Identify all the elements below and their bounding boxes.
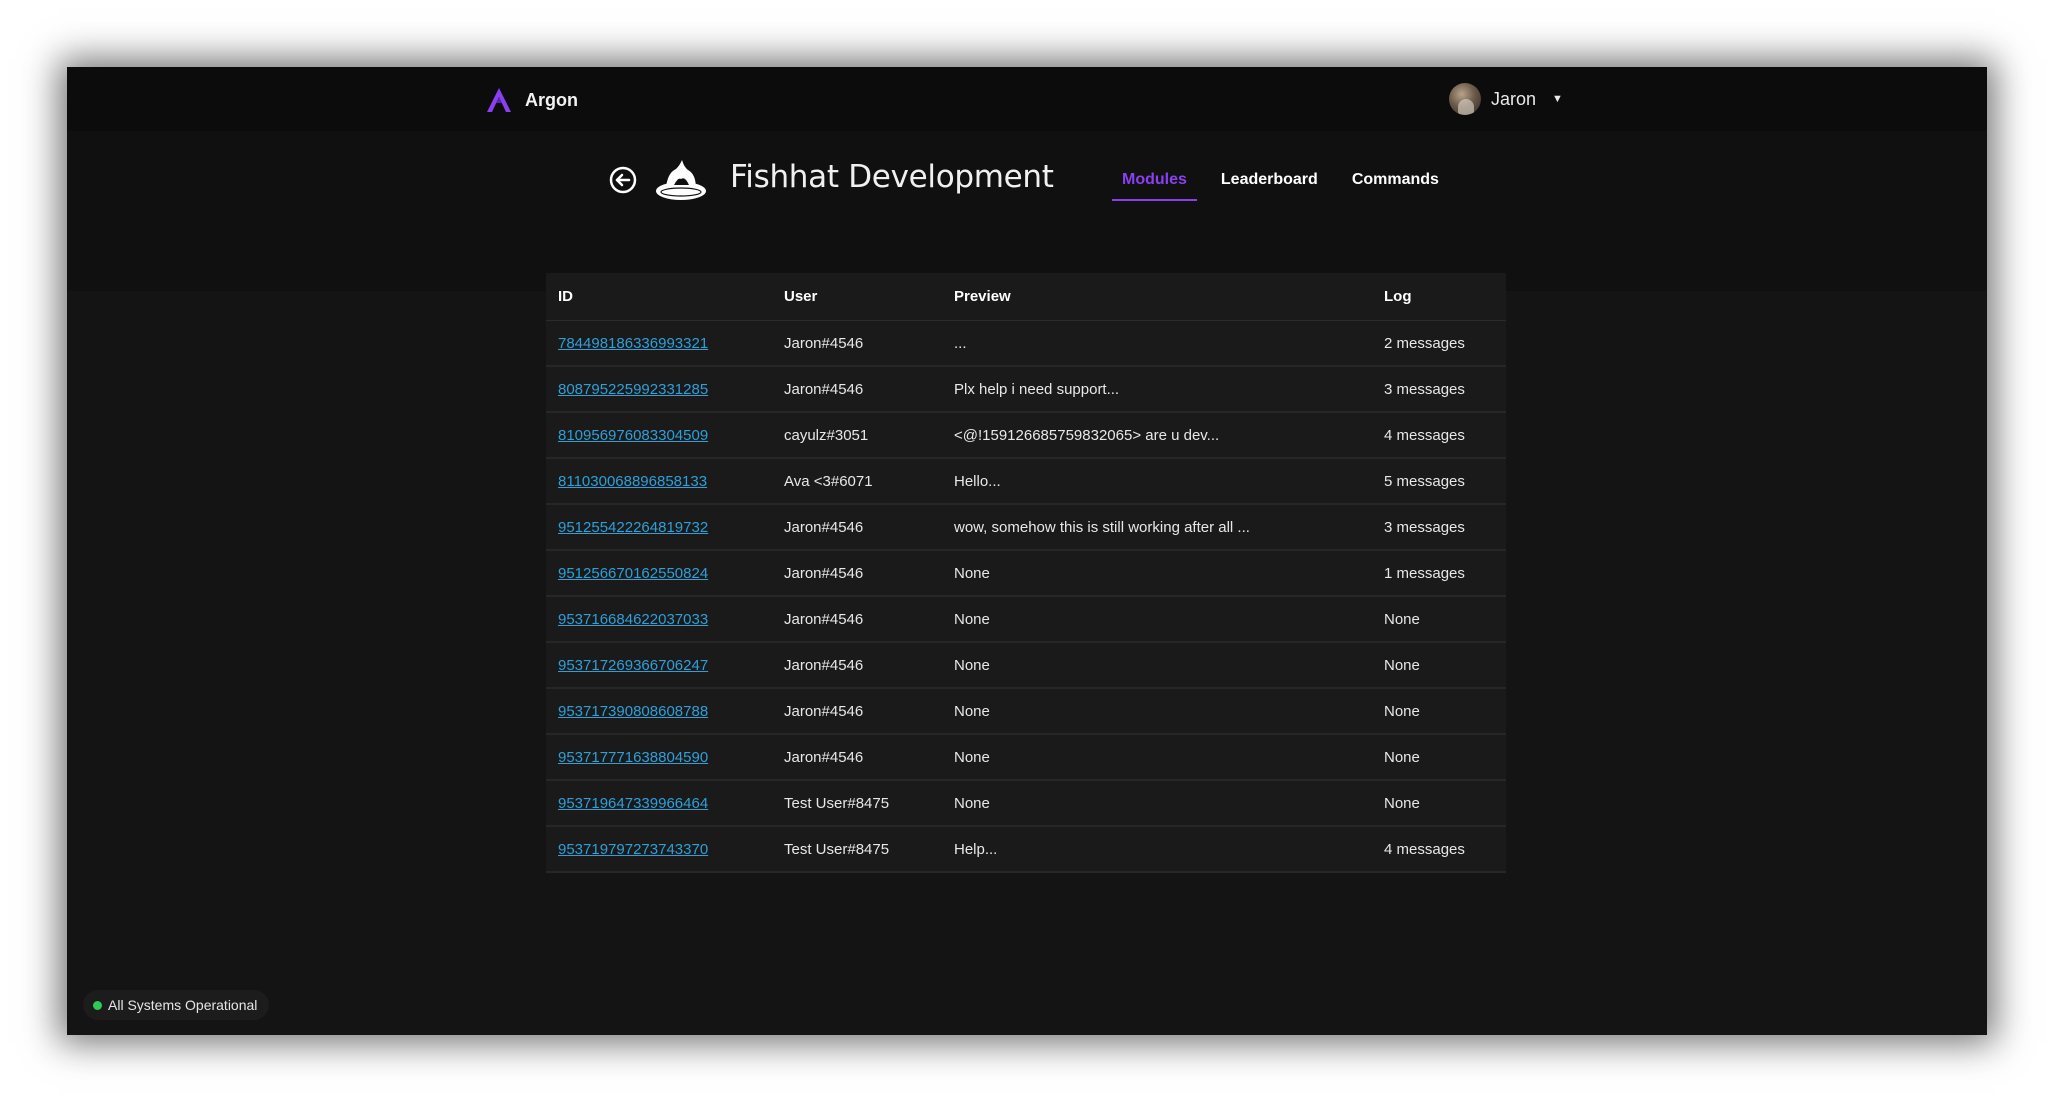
status-dot-icon [93, 1000, 102, 1010]
thread-id-link[interactable]: 784498186336993321 [558, 335, 708, 352]
thread-id-link[interactable]: 953716684622037033 [558, 611, 708, 628]
row-log: 3 messages [1372, 504, 1506, 551]
status-text: All Systems Operational [108, 997, 258, 1013]
user-menu[interactable]: Jaron ▼ [1449, 81, 1563, 117]
modmail-table-container: ID User Preview Log 784498186336993321 J… [546, 273, 1506, 873]
back-arrow-icon[interactable] [608, 165, 638, 195]
thread-id-link[interactable]: 953717390808608788 [558, 703, 708, 720]
row-user: Ava <3#6071 [772, 458, 942, 505]
table-row: 953717771638804590 Jaron#4546 None None [546, 734, 1506, 781]
row-log: None [1372, 596, 1506, 643]
row-preview: None [942, 550, 1372, 597]
thread-id-link[interactable]: 810956976083304509 [558, 427, 708, 444]
tab-commands[interactable]: Commands [1342, 163, 1449, 201]
row-log: 2 messages [1372, 320, 1506, 367]
thread-id-link[interactable]: 811030068896858133 [558, 473, 707, 490]
table-row: 953717390808608788 Jaron#4546 None None [546, 688, 1506, 735]
thread-id-link[interactable]: 951256670162550824 [558, 565, 708, 582]
row-preview: ... [942, 320, 1372, 367]
row-user: Jaron#4546 [772, 320, 942, 367]
table-row: 808795225992331285 Jaron#4546 Plx help i… [546, 366, 1506, 413]
server-header [67, 131, 1987, 291]
table-row: 951256670162550824 Jaron#4546 None 1 mes… [546, 550, 1506, 597]
row-user: Jaron#4546 [772, 550, 942, 597]
app-window: Argon Jaron ▼ Fishhat Development Module… [67, 67, 1987, 1035]
column-header-log: Log [1372, 273, 1506, 321]
table-row: 953719797273743370 Test User#8475 Help..… [546, 826, 1506, 873]
row-user: Jaron#4546 [772, 596, 942, 643]
row-log: 4 messages [1372, 826, 1506, 873]
row-user: Test User#8475 [772, 826, 942, 873]
row-user: Jaron#4546 [772, 642, 942, 689]
tab-leaderboard[interactable]: Leaderboard [1211, 163, 1328, 201]
thread-id-link[interactable]: 953719797273743370 [558, 841, 708, 858]
column-header-preview: Preview [942, 273, 1372, 321]
fishhat-server-icon [656, 160, 706, 200]
user-name: Jaron [1491, 88, 1537, 109]
row-preview: None [942, 596, 1372, 643]
thread-id-link[interactable]: 808795225992331285 [558, 381, 708, 398]
table-row: 953719647339966464 Test User#8475 None N… [546, 780, 1506, 827]
argon-logo-icon [487, 88, 511, 112]
row-user: Jaron#4546 [772, 504, 942, 551]
thread-id-link[interactable]: 951255422264819732 [558, 519, 708, 536]
row-log: None [1372, 688, 1506, 735]
caret-down-icon[interactable]: ▼ [1552, 93, 1563, 105]
row-preview: Help... [942, 826, 1372, 873]
top-navbar: Argon Jaron ▼ [67, 67, 1987, 131]
row-preview: None [942, 642, 1372, 689]
modmail-table: ID User Preview Log 784498186336993321 J… [546, 273, 1506, 873]
table-row: 810956976083304509 cayulz#3051 <@!159126… [546, 412, 1506, 459]
row-user: Jaron#4546 [772, 688, 942, 735]
row-user: cayulz#3051 [772, 412, 942, 459]
brand[interactable]: Argon [485, 85, 578, 115]
server-name: Fishhat Development [730, 159, 1054, 195]
row-preview: wow, somehow this is still working after… [942, 504, 1372, 551]
table-row: 953717269366706247 Jaron#4546 None None [546, 642, 1506, 689]
row-log: None [1372, 780, 1506, 827]
brand-name: Argon [525, 89, 578, 110]
row-user: Test User#8475 [772, 780, 942, 827]
table-row: 953716684622037033 Jaron#4546 None None [546, 596, 1506, 643]
row-log: 3 messages [1372, 366, 1506, 413]
thread-id-link[interactable]: 953717269366706247 [558, 657, 708, 674]
table-row: 951255422264819732 Jaron#4546 wow, someh… [546, 504, 1506, 551]
system-status-badge[interactable]: All Systems Operational [83, 990, 270, 1020]
row-preview: Hello... [942, 458, 1372, 505]
row-log: None [1372, 734, 1506, 781]
row-user: Jaron#4546 [772, 366, 942, 413]
row-user: Jaron#4546 [772, 734, 942, 781]
row-preview: Plx help i need support... [942, 366, 1372, 413]
row-preview: None [942, 688, 1372, 735]
column-header-user: User [772, 273, 942, 321]
row-log: None [1372, 642, 1506, 689]
column-header-id: ID [546, 273, 772, 321]
row-log: 5 messages [1372, 458, 1506, 505]
server-tabs: Modules Leaderboard Commands [1112, 163, 1463, 201]
table-row: 811030068896858133 Ava <3#6071 Hello... … [546, 458, 1506, 505]
row-preview: None [942, 734, 1372, 781]
tab-modules[interactable]: Modules [1112, 163, 1197, 201]
thread-id-link[interactable]: 953719647339966464 [558, 795, 708, 812]
row-log: 1 messages [1372, 550, 1506, 597]
thread-id-link[interactable]: 953717771638804590 [558, 749, 708, 766]
row-log: 4 messages [1372, 412, 1506, 459]
table-header-row: ID User Preview Log [546, 273, 1506, 321]
row-preview: None [942, 780, 1372, 827]
table-row: 784498186336993321 Jaron#4546 ... 2 mess… [546, 320, 1506, 367]
avatar[interactable] [1449, 83, 1481, 115]
row-preview: <@!159126685759832065> are u dev... [942, 412, 1372, 459]
